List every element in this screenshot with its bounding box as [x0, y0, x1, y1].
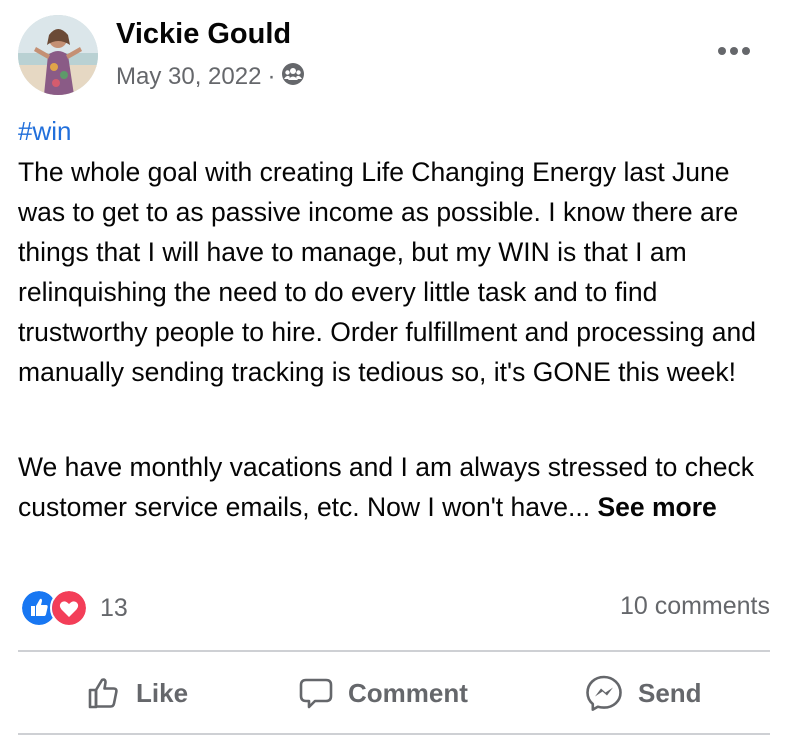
- post-paragraph-2: We have monthly vacations and I am alway…: [18, 447, 783, 527]
- love-reaction-icon: [50, 589, 88, 627]
- comments-count-link[interactable]: 10 comments: [620, 592, 770, 621]
- reaction-count: 13: [100, 593, 128, 622]
- more-options-button[interactable]: [712, 36, 756, 66]
- thumbs-up-icon: [88, 678, 118, 709]
- author-avatar[interactable]: [18, 15, 98, 95]
- messenger-icon: [586, 675, 622, 711]
- reactions-summary[interactable]: 13: [20, 589, 128, 627]
- author-name[interactable]: Vickie Gould: [116, 18, 291, 51]
- post-paragraph-1: The whole goal with creating Life Changi…: [18, 157, 756, 387]
- send-label: Send: [638, 677, 702, 708]
- comment-button[interactable]: Comment: [298, 668, 468, 718]
- group-icon: [281, 62, 305, 93]
- meta-separator: ·: [267, 63, 276, 90]
- comment-bubble-icon: [299, 678, 333, 709]
- post-meta: May 30, 2022 ·: [116, 62, 305, 92]
- divider-top: [18, 650, 770, 652]
- see-more-link[interactable]: See more: [597, 492, 716, 522]
- like-button[interactable]: Like: [86, 668, 188, 718]
- post-date[interactable]: May 30, 2022: [116, 63, 261, 91]
- send-button[interactable]: Send: [584, 668, 702, 718]
- post-card: Vickie Gould May 30, 2022 · #win The who…: [0, 0, 798, 738]
- more-dots-icon: [718, 47, 750, 55]
- hashtag-link[interactable]: #win: [18, 116, 71, 147]
- divider-bottom: [18, 733, 770, 735]
- comment-label: Comment: [348, 677, 468, 708]
- like-label: Like: [136, 677, 189, 708]
